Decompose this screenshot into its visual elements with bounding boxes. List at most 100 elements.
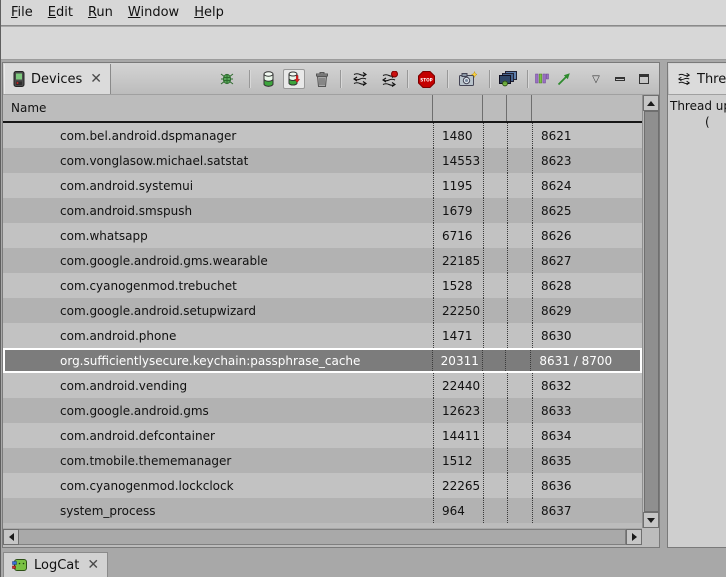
process-port: 8625 bbox=[532, 198, 642, 223]
toolbar-separator bbox=[340, 70, 342, 88]
process-name: com.android.phone bbox=[3, 323, 433, 348]
toolbar-separator bbox=[489, 70, 491, 88]
view-menu-button[interactable]: ▽ bbox=[585, 69, 607, 89]
device-process-row[interactable]: com.cyanogenmod.lockclock 22265 8636 bbox=[3, 473, 642, 498]
device-process-row[interactable]: com.android.smspush 1679 8625 bbox=[3, 198, 642, 223]
close-icon[interactable] bbox=[90, 72, 102, 86]
process-pid: 6716 bbox=[433, 223, 483, 248]
column-header-port[interactable] bbox=[532, 95, 642, 121]
update-heap-button[interactable] bbox=[257, 69, 279, 89]
device-process-row[interactable]: com.tmobile.thememanager 1512 8635 bbox=[3, 448, 642, 473]
device-process-row[interactable]: com.android.systemui 1195 8624 bbox=[3, 173, 642, 198]
view-hierarchy-button[interactable] bbox=[497, 69, 519, 89]
minimize-button[interactable] bbox=[609, 69, 631, 89]
process-name: org.sufficientlysecure.keychain:passphra… bbox=[5, 350, 432, 371]
logcat-view: LogCat bbox=[1, 548, 726, 577]
menu-edit[interactable]: Edit bbox=[48, 5, 73, 20]
scroll-down-button[interactable] bbox=[643, 512, 659, 528]
update-threads-icon bbox=[352, 71, 368, 87]
process-name: com.cyanogenmod.lockclock bbox=[3, 473, 433, 498]
menu-window[interactable]: Window bbox=[128, 5, 179, 20]
process-pid: 12623 bbox=[433, 398, 483, 423]
device-process-row[interactable]: com.google.android.gms.wearable 22185 86… bbox=[3, 248, 642, 273]
process-pid: 22440 bbox=[433, 373, 483, 398]
stop-process-button[interactable]: STOP bbox=[415, 69, 437, 89]
device-process-row[interactable]: system_process 964 8637 bbox=[3, 498, 642, 523]
column-header-name[interactable]: Name bbox=[3, 95, 433, 121]
debug-process-button[interactable] bbox=[216, 69, 238, 89]
toolbar-separator bbox=[407, 70, 409, 88]
menu-file[interactable]: File bbox=[11, 5, 33, 20]
device-process-row[interactable]: com.whatsapp 6716 8626 bbox=[3, 223, 642, 248]
process-cell-empty bbox=[483, 423, 507, 448]
scroll-right-button[interactable] bbox=[626, 529, 642, 545]
horizontal-scrollbar[interactable] bbox=[3, 528, 642, 545]
update-threads-button[interactable] bbox=[349, 69, 371, 89]
process-cell-empty bbox=[483, 148, 507, 173]
process-cell-empty bbox=[482, 350, 506, 371]
process-pid: 1471 bbox=[433, 323, 483, 348]
ddms-window: File Edit Run Window Help Devices bbox=[0, 0, 726, 577]
dump-hprof-button[interactable] bbox=[283, 69, 305, 89]
process-cell-empty bbox=[507, 273, 532, 298]
tab-threads[interactable]: Threads bbox=[669, 64, 726, 94]
stop-icon: STOP bbox=[418, 71, 435, 88]
maximize-icon bbox=[639, 74, 649, 84]
start-method-profiling-button[interactable] bbox=[378, 69, 400, 89]
device-process-row[interactable]: com.android.phone 1471 8630 bbox=[3, 323, 642, 348]
trash-icon bbox=[316, 72, 328, 87]
cause-gc-button[interactable] bbox=[311, 69, 333, 89]
main-toolbar-strip bbox=[1, 27, 726, 60]
process-cell-empty bbox=[507, 423, 532, 448]
device-process-row[interactable]: com.bel.android.dspmanager 1480 8621 bbox=[3, 123, 642, 148]
stop-icon-text: STOP bbox=[420, 77, 433, 82]
scroll-up-button[interactable] bbox=[643, 95, 659, 111]
process-name: com.android.defcontainer bbox=[3, 423, 433, 448]
start-opengl-trace-icon bbox=[557, 72, 571, 86]
tab-devices[interactable]: Devices bbox=[4, 64, 111, 94]
menu-help[interactable]: Help bbox=[194, 5, 224, 20]
process-cell-empty bbox=[507, 148, 532, 173]
screen-capture-icon bbox=[459, 71, 477, 87]
process-name: com.tmobile.thememanager bbox=[3, 448, 433, 473]
process-name: com.whatsapp bbox=[3, 223, 433, 248]
column-header-2[interactable] bbox=[483, 95, 507, 121]
close-icon[interactable] bbox=[87, 558, 99, 572]
device-process-row[interactable]: com.cyanogenmod.trebuchet 1528 8628 bbox=[3, 273, 642, 298]
process-cell-empty bbox=[507, 173, 532, 198]
device-process-row[interactable]: com.google.android.setupwizard 22250 862… bbox=[3, 298, 642, 323]
horizontal-scrollbar-thumb[interactable] bbox=[19, 529, 626, 545]
scroll-left-button[interactable] bbox=[3, 529, 19, 545]
vertical-scrollbar-thumb[interactable] bbox=[644, 111, 659, 512]
device-process-row[interactable]: org.sufficientlysecure.keychain:passphra… bbox=[3, 348, 642, 373]
screen-capture-button[interactable] bbox=[457, 69, 479, 89]
menu-bar: File Edit Run Window Help bbox=[1, 0, 726, 26]
process-port: 8624 bbox=[532, 173, 642, 198]
process-port: 8632 bbox=[532, 373, 642, 398]
tab-logcat[interactable]: LogCat bbox=[3, 552, 108, 577]
menu-run[interactable]: Run bbox=[88, 5, 113, 20]
device-process-row[interactable]: com.android.defcontainer 14411 8634 bbox=[3, 423, 642, 448]
process-name: com.cyanogenmod.trebuchet bbox=[3, 273, 433, 298]
device-process-row[interactable]: com.android.vending 22440 8632 bbox=[3, 373, 642, 398]
process-name: com.bel.android.dspmanager bbox=[3, 123, 433, 148]
process-cell-empty bbox=[507, 398, 532, 423]
process-cell-empty bbox=[483, 223, 507, 248]
process-port: 8636 bbox=[532, 473, 642, 498]
process-cell-empty bbox=[507, 223, 532, 248]
process-name: com.android.vending bbox=[3, 373, 433, 398]
column-header-pid[interactable] bbox=[433, 95, 483, 121]
maximize-button[interactable] bbox=[633, 69, 655, 89]
process-cell-empty bbox=[483, 173, 507, 198]
threads-view: Threads Thread up ( bbox=[667, 62, 726, 548]
systrace-button[interactable] bbox=[531, 69, 553, 89]
logcat-icon bbox=[12, 558, 28, 572]
process-port: 8634 bbox=[532, 423, 642, 448]
devices-tabbar: Devices bbox=[3, 63, 659, 95]
arrow-right-icon bbox=[632, 533, 637, 541]
device-process-row[interactable]: com.vonglasow.michael.satstat 14553 8623 bbox=[3, 148, 642, 173]
start-opengl-trace-button[interactable] bbox=[553, 69, 575, 89]
column-header-3[interactable] bbox=[507, 95, 532, 121]
device-process-row[interactable]: com.google.android.gms 12623 8633 bbox=[3, 398, 642, 423]
vertical-scrollbar[interactable] bbox=[642, 95, 659, 528]
